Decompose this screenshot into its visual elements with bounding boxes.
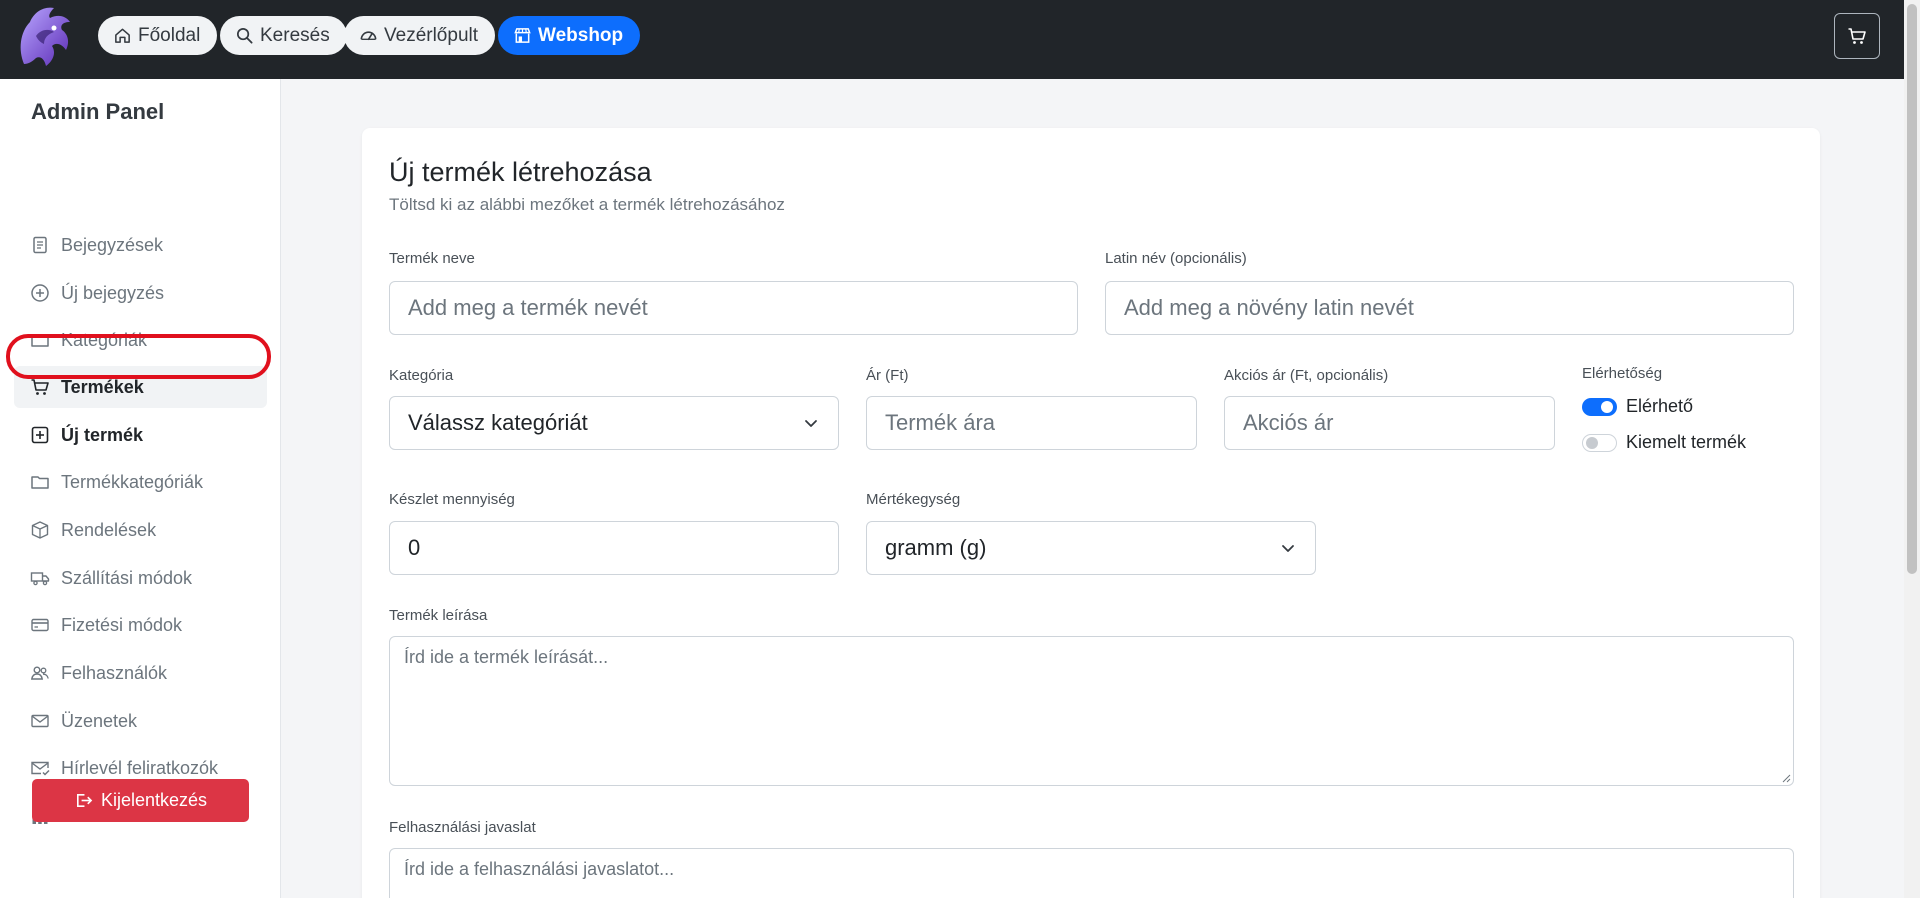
product-name-input[interactable]: Add meg a termék nevét	[389, 281, 1078, 335]
available-toggle-row: Elérhető	[1582, 396, 1693, 417]
top-navbar: Főoldal Keresés Vezérlőpult Webshop	[0, 0, 1904, 79]
folder-icon	[31, 476, 49, 489]
price-input[interactable]: Termék ára	[866, 396, 1197, 450]
sidebar-item-label: Termékkategóriák	[61, 471, 204, 492]
sale-price-label: Akciós ár (Ft, opcionális)	[1224, 367, 1389, 384]
envelope-icon	[31, 714, 49, 728]
price-label: Ár (Ft)	[866, 367, 909, 384]
sidebar-item-payment[interactable]: Fizetési módok	[14, 604, 267, 646]
sidebar-item-new-product[interactable]: Új termék	[14, 414, 267, 456]
shop-icon	[514, 28, 531, 43]
sidebar-item-users[interactable]: Felhasználók	[14, 652, 267, 694]
featured-toggle[interactable]	[1582, 433, 1617, 452]
logout-button[interactable]: Kijelentkezés	[32, 779, 249, 822]
sidebar-item-label: Hírlevél feliratkozók	[61, 757, 219, 778]
speedometer-icon	[360, 31, 377, 41]
sidebar-item-products[interactable]: Termékek	[14, 366, 267, 408]
sidebar-item-new-post[interactable]: Új bejegyzés	[14, 272, 267, 314]
nav-webshop-label: Webshop	[538, 24, 624, 46]
new-product-form-card: Új termék létrehozása Töltsd ki az alább…	[362, 128, 1820, 898]
admin-sidebar: Admin Panel Bejegyzések Új bejegyzés Kat…	[0, 79, 281, 898]
sidebar-title: Admin Panel	[31, 99, 165, 124]
nav-home-button[interactable]: Főoldal	[98, 16, 218, 55]
sidebar-item-shipping[interactable]: Szállítási módok	[14, 557, 267, 599]
cart-icon	[1848, 28, 1866, 44]
latin-name-input[interactable]: Add meg a növény latin nevét	[1105, 281, 1794, 335]
sidebar-item-label: Üzenetek	[61, 710, 138, 731]
nav-dashboard-label: Vezérlőpult	[384, 24, 479, 46]
usage-label: Felhasználási javaslat	[389, 819, 536, 836]
box-icon	[31, 521, 49, 539]
product-name-label: Termék neve	[389, 250, 475, 267]
resize-grip-icon[interactable]	[1781, 773, 1791, 783]
unit-select-value: gramm (g)	[885, 535, 987, 560]
sidebar-item-label: Rendelések	[61, 519, 157, 540]
nav-search-label: Keresés	[260, 24, 330, 46]
search-icon	[236, 27, 253, 44]
plus-circle-icon	[31, 284, 49, 302]
unit-select[interactable]: gramm (g)	[866, 521, 1316, 575]
featured-toggle-label: Kiemelt termék	[1626, 432, 1747, 452]
description-textarea[interactable]: Írd ide a termék leírását...	[389, 636, 1794, 786]
featured-toggle-row: Kiemelt termék	[1582, 432, 1746, 453]
sidebar-item-label: Új bejegyzés	[61, 282, 165, 303]
nav-search-button[interactable]: Keresés	[220, 16, 347, 55]
nav-dashboard-button[interactable]: Vezérlőpult	[344, 16, 496, 55]
category-select-value: Válassz kategóriát	[408, 410, 588, 435]
description-placeholder: Írd ide a termék leírását...	[404, 647, 609, 667]
page-title: Új termék létrehozása	[389, 157, 652, 187]
envelope-check-icon	[31, 761, 50, 776]
usage-textarea[interactable]: Írd ide a felhasználási javaslatot...	[389, 848, 1794, 898]
cart-button[interactable]	[1834, 13, 1880, 59]
availability-label: Elérhetőség	[1582, 365, 1663, 382]
usage-placeholder: Írd ide a felhasználási javaslatot...	[404, 859, 675, 879]
page-scrollbar[interactable]	[1904, 0, 1920, 898]
available-toggle-label: Elérhető	[1626, 396, 1694, 416]
sidebar-item-label: Fizetési módok	[61, 614, 183, 635]
scrollbar-thumb[interactable]	[1907, 4, 1917, 574]
logout-label: Kijelentkezés	[100, 790, 208, 810]
sidebar-item-label: Kategóriák	[61, 329, 148, 350]
folder-icon	[31, 334, 49, 347]
sidebar-item-label: Bejegyzések	[61, 234, 164, 255]
document-icon	[33, 236, 47, 254]
stock-input[interactable]: 0	[389, 521, 839, 575]
sidebar-item-label: Szállítási módok	[61, 567, 193, 588]
sidebar-item-label: Új termék	[61, 424, 144, 445]
cart-icon	[31, 379, 49, 395]
sidebar-item-label: Termékek	[61, 376, 144, 397]
description-label: Termék leírása	[389, 607, 488, 624]
users-icon	[30, 666, 49, 680]
credit-card-icon	[31, 618, 49, 632]
sidebar-item-label: Felhasználók	[61, 662, 168, 683]
sidebar-item-orders[interactable]: Rendelések	[14, 509, 267, 551]
plus-square-icon	[31, 426, 49, 444]
logout-icon	[76, 793, 93, 808]
chevron-down-icon	[805, 420, 817, 427]
category-label: Kategória	[389, 367, 454, 384]
brand-logo[interactable]	[14, 2, 76, 72]
latin-name-label: Latin név (opcionális)	[1105, 250, 1247, 267]
house-icon	[115, 28, 130, 43]
sale-price-input[interactable]: Akciós ár	[1224, 396, 1555, 450]
available-toggle[interactable]	[1582, 397, 1617, 416]
sidebar-item-messages[interactable]: Üzenetek	[14, 700, 267, 742]
truck-icon	[30, 572, 50, 586]
page-subtitle: Töltsd ki az alábbi mezőket a termék lét…	[389, 195, 785, 214]
sidebar-item-product-categories[interactable]: Termékkategóriák	[14, 461, 267, 503]
chevron-down-icon	[1282, 545, 1294, 552]
category-select[interactable]: Válassz kategóriát	[389, 396, 839, 450]
stock-label: Készlet mennyiség	[389, 491, 515, 508]
sidebar-item-categories[interactable]: Kategóriák	[14, 319, 267, 361]
sidebar-item-posts[interactable]: Bejegyzések	[14, 224, 267, 266]
nav-home-label: Főoldal	[138, 24, 201, 46]
nav-webshop-button[interactable]: Webshop	[498, 16, 641, 55]
unit-label: Mértékegység	[866, 491, 961, 508]
